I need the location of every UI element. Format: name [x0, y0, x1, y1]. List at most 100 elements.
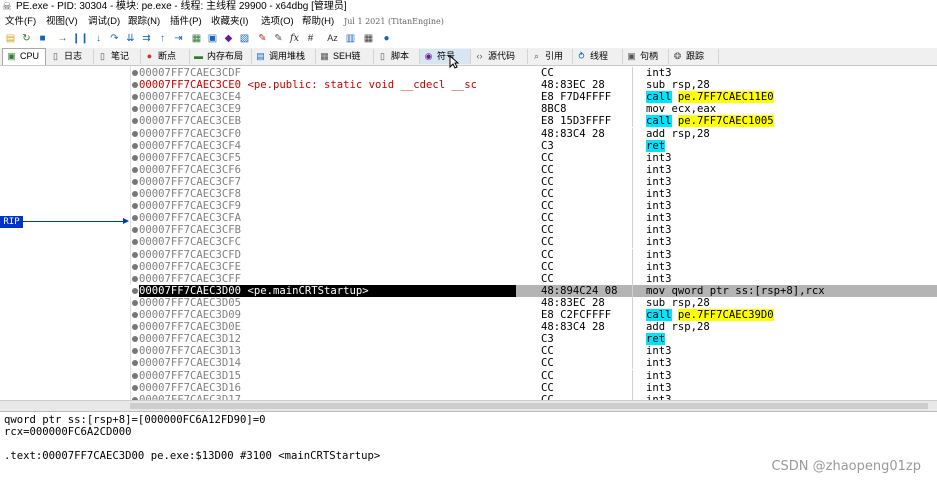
disasm-row[interactable]: 00007FF7CAEC3CF5 CC int3 [130, 151, 937, 164]
disasm-row[interactable]: 00007FF7CAEC3D00 <pe.mainCRTStartup> 48:8… [130, 284, 937, 297]
disasm-row[interactable]: 00007FF7CAEC3D12 C3 ret [130, 333, 937, 346]
disasm-row[interactable]: 00007FF7CAEC3D0E 48:83C4 28 add rsp,28 [130, 321, 937, 334]
disasm-row[interactable]: 00007FF7CAEC3D15 CC int3 [130, 369, 937, 382]
bookmark-icon[interactable]: ▧ [238, 32, 251, 45]
tab-script[interactable]: ▯ 脚本 [374, 49, 420, 64]
breakpoint-dot-icon[interactable] [132, 215, 138, 222]
disasm-row[interactable]: 00007FF7CAEC3CFE CC int3 [130, 260, 937, 273]
breakpoint-dot-icon[interactable] [132, 360, 138, 367]
label-icon[interactable]: ◆ [222, 32, 235, 45]
font-icon[interactable]: Az [326, 32, 339, 45]
disasm-row[interactable]: 00007FF7CAEC3CE9 8BC8 mov ecx,eax [130, 103, 937, 116]
menu-file[interactable]: 文件(F) [5, 14, 36, 30]
disasm-row[interactable]: 00007FF7CAEC3CFC CC int3 [130, 236, 937, 249]
disasm-row[interactable]: 00007FF7CAEC3CE4 E8 F7D4FFFF call pe.7FF7C… [130, 91, 937, 104]
step-into-icon[interactable]: ↓ [92, 32, 105, 45]
menu-trace[interactable]: 跟踪(N) [128, 14, 160, 30]
tab-handles[interactable]: ▣ 句柄 [623, 49, 669, 64]
breakpoint-dot-icon[interactable] [132, 336, 138, 343]
disasm-row[interactable]: 00007FF7CAEC3CFF CC int3 [130, 272, 937, 285]
disasm-row[interactable]: 00007FF7CAEC3CFA CC int3 [130, 212, 937, 225]
step-over-icon[interactable]: ↷ [108, 32, 121, 45]
breakpoint-dot-icon[interactable] [132, 299, 138, 306]
breakpoint-dot-icon[interactable] [132, 130, 138, 137]
highlight-icon[interactable]: ⇥ [172, 32, 185, 45]
menu-options[interactable]: 选项(O) [261, 14, 294, 30]
breakpoint-dot-icon[interactable] [132, 203, 138, 210]
breakpoint-dot-icon[interactable] [132, 118, 138, 125]
tab-seh-chain[interactable]: ▦ SEH链 [316, 49, 374, 64]
breakpoint-dot-icon[interactable] [132, 348, 138, 355]
disasm-row[interactable]: 00007FF7CAEC3CE0 <pe.public: static void… [130, 79, 937, 92]
menu-view[interactable]: 视图(V) [46, 14, 78, 30]
comment-icon[interactable]: ▣ [206, 32, 219, 45]
disasm-row[interactable]: 00007FF7CAEC3CF9 CC int3 [130, 200, 937, 213]
breakpoint-dot-icon[interactable] [132, 312, 138, 318]
breakpoint-dot-icon[interactable] [132, 106, 138, 113]
tab-memory-map[interactable]: ▬ 内存布局 [190, 49, 252, 64]
menu-favourites[interactable]: 收藏夹(I) [211, 14, 248, 30]
breakpoint-dot-icon[interactable] [132, 372, 138, 379]
tab-references[interactable]: ⌕ 引用 [528, 49, 573, 64]
menu-debug[interactable]: 调试(D) [88, 14, 120, 30]
strings-icon[interactable]: ▥ [344, 32, 357, 45]
disasm-row[interactable]: 00007FF7CAEC3CF8 CC int3 [130, 188, 937, 201]
tab-call-stack[interactable]: ▤ 调用堆栈 [252, 49, 316, 64]
tab-source[interactable]: ‹› 源代码 [471, 49, 528, 64]
hash-symbol-icon[interactable]: # [304, 32, 317, 45]
breakpoint-dot-icon[interactable] [132, 82, 138, 89]
pause-icon[interactable]: ❙❙ [72, 32, 89, 45]
tab-cpu[interactable]: ▣ CPU [2, 48, 46, 65]
fx-icon[interactable]: fx [288, 32, 301, 45]
disasm-row[interactable]: 00007FF7CAEC3CF7 CC int3 [130, 175, 937, 188]
branch-gutter[interactable] [0, 66, 131, 400]
breakpoint-dot-icon[interactable] [132, 154, 138, 161]
breakpoint-dot-icon[interactable] [132, 178, 138, 185]
breakpoint-dot-icon[interactable] [132, 384, 138, 391]
menu-plugins[interactable]: 插件(P) [170, 14, 202, 30]
disasm-row[interactable]: 00007FF7CAEC3D13 CC int3 [130, 345, 937, 358]
scrollbar-thumb[interactable] [130, 403, 928, 409]
tab-trace[interactable]: ❂ 跟踪 [669, 49, 719, 64]
tab-symbols[interactable]: ◉ 符号 [420, 49, 471, 64]
disasm-row[interactable]: 00007FF7CAEC3D09 E8 C2FCFFFF call pe.7FF7C… [130, 309, 937, 322]
disasm-row[interactable]: 00007FF7CAEC3D16 CC int3 [130, 381, 937, 394]
disassembly-view[interactable]: 00007FF7CAEC3CDF CC int3 00007FF7CAEC3CE0 <… [130, 66, 937, 400]
breakpoint-dot-icon[interactable] [132, 251, 138, 258]
breakpoint-dot-icon[interactable] [132, 275, 138, 282]
disasm-row[interactable]: 00007FF7CAEC3CDF CC int3 [130, 67, 937, 80]
trace-into-icon[interactable]: ⇊ [124, 32, 137, 45]
stop-icon[interactable]: ■ [36, 32, 49, 45]
trace-over-icon[interactable]: ⇉ [140, 32, 153, 45]
run-to-user-icon[interactable]: ↑ [156, 32, 169, 45]
restart-icon[interactable]: ↻ [20, 32, 33, 45]
disasm-row[interactable]: 00007FF7CAEC3CF6 CC int3 [130, 163, 937, 176]
disasm-row[interactable]: 00007FF7CAEC3CF4 C3 ret [130, 139, 937, 152]
disasm-row[interactable]: 00007FF7CAEC3CFB CC int3 [130, 224, 937, 237]
breakpoint-dot-icon[interactable] [132, 287, 138, 294]
patch-icon[interactable]: ▦ [190, 32, 203, 45]
menu-help[interactable]: 帮助(H) [302, 14, 334, 30]
open-icon[interactable]: ▤ [4, 32, 17, 45]
tab-threads[interactable]: ⥁ 线程 [573, 49, 623, 64]
tab-notes[interactable]: ▯ 笔记 [94, 49, 141, 64]
disasm-row[interactable]: 00007FF7CAEC3CF0 48:83C4 28 add rsp,28 [130, 127, 937, 140]
breakpoint-dot-icon[interactable] [132, 324, 138, 331]
disasm-row[interactable]: 00007FF7CAEC3CFD CC int3 [130, 248, 937, 261]
calculator-icon[interactable]: ▦ [362, 32, 375, 45]
breakpoint-dot-icon[interactable] [132, 166, 138, 173]
breakpoint-dot-icon[interactable] [132, 142, 138, 149]
tab-breakpoints[interactable]: ● 断点 [141, 49, 190, 64]
disasm-row[interactable]: 00007FF7CAEC3D05 48:83EC 28 sub rsp,28 [130, 296, 937, 309]
breakpoint-dot-icon[interactable] [132, 263, 138, 270]
tab-log[interactable]: ▯ 日志 [47, 49, 94, 64]
disasm-row[interactable]: 00007FF7CAEC3CEB E8 15D3FFFF call pe.7FF7C… [130, 115, 937, 128]
disasm-row[interactable]: 00007FF7CAEC3D14 CC int3 [130, 357, 937, 370]
run-icon[interactable]: → [56, 32, 69, 45]
function-icon[interactable]: ✎ [256, 32, 269, 45]
breakpoint-dot-icon[interactable] [132, 94, 138, 101]
breakpoint-dot-icon[interactable] [132, 239, 138, 246]
breakpoint-dot-icon[interactable] [132, 191, 138, 197]
web-icon[interactable]: ● [380, 32, 393, 45]
breakpoint-dot-icon[interactable] [132, 227, 138, 234]
